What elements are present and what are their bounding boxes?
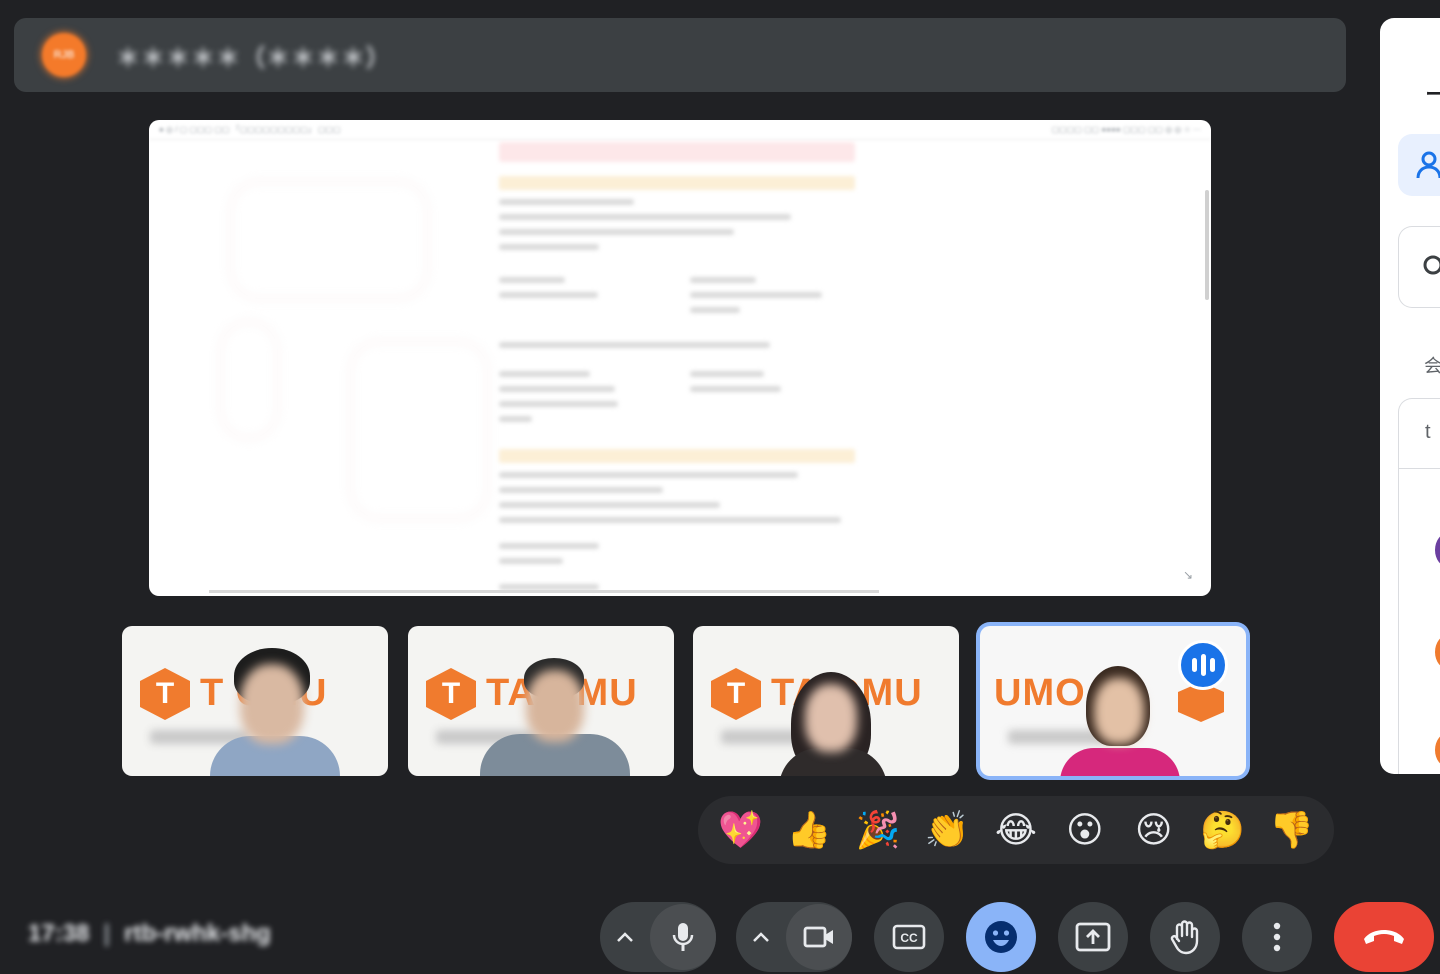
hand-icon [1170,920,1199,955]
doc-callout [499,142,855,162]
tears-of-joy-reaction[interactable]: 😂 [988,802,1044,858]
participant-video [200,648,350,776]
thinking-reaction[interactable]: 🤔 [1195,802,1251,858]
participant-avatar [1435,635,1440,669]
people-search-input[interactable] [1398,226,1440,308]
more-options-button[interactable] [1242,902,1312,972]
shared-scrollbar [1205,190,1209,300]
microphone-button[interactable] [650,904,716,970]
participant-avatar [1435,733,1440,767]
takumu-logo-icon: T [711,668,761,720]
smiley-face-icon [985,921,1017,953]
shared-left-graphic [209,160,509,580]
camera-button[interactable] [786,904,852,970]
closed-captions-icon: CC [892,924,926,950]
thumbs-down-reaction[interactable]: 👎 [1263,802,1319,858]
meeting-info-separator: | [103,920,111,947]
party-popper-reaction[interactable]: 🎉 [850,802,906,858]
crying-reaction[interactable]: 😢 [1126,802,1182,858]
reactions-bar: 💖 👍 🎉 👏 😂 😮 😢 🤔 👎 [698,796,1334,864]
present-now-button[interactable] [1058,902,1128,972]
camera-control-group [736,902,852,972]
participant-video [1056,666,1186,776]
present-screen-icon [1075,922,1111,952]
shared-toolbar-right: ▢▢▢▢ ▢▢ ●●●● ▢▢▢ ▢▢ ◎ ◎ ☆ ⋯ [1051,125,1201,134]
video-camera-icon [803,926,833,948]
screen-share-presentation[interactable]: ● ◎ / ▢ ▢▢▢ ▢▢ 「▢▢▢▢▢▢▢▢▢」 ▢▢▢ ▢▢▢▢ ▢▢ ●… [149,120,1211,596]
leave-call-button[interactable] [1334,902,1434,972]
sparkling-heart-reaction[interactable]: 💖 [712,802,768,858]
participant-tile-active-speaker[interactable]: UMO T ＊＊＊＊ [980,626,1246,776]
microphone-icon [672,923,694,951]
participants-card-header[interactable]: t [1399,399,1440,469]
speaking-indicator-icon [1178,640,1228,690]
host-avatar-text: RJB [53,49,75,61]
participant-video [773,672,893,776]
search-icon [1421,255,1440,279]
captions-button[interactable]: CC [874,902,944,972]
participant-tile[interactable]: T T OMU ＊＊＊＊ [122,626,388,776]
side-panel-title: ー [1424,79,1440,112]
microphone-control-group [600,902,716,972]
takumu-logo-icon: T [140,668,190,720]
participants-card: t [1398,398,1440,774]
shared-horizontal-scrollbar [209,590,879,593]
raise-hand-button[interactable] [1150,902,1220,972]
chevron-up-icon [753,932,769,942]
audio-options-button[interactable] [600,902,650,972]
side-panel-section-label: 会 [1424,356,1440,376]
send-reaction-button[interactable] [966,902,1036,972]
chevron-up-icon [617,932,633,942]
svg-text:CC: CC [900,931,918,945]
video-options-button[interactable] [736,902,786,972]
shared-toolbar-left: ● ◎ / ▢ ▢▢▢ ▢▢ 「▢▢▢▢▢▢▢▢▢」 ▢▢▢ [159,125,341,134]
people-side-panel: ー 会 t [1380,18,1440,774]
expand-corner-icon: ↘ [1182,568,1193,582]
clapping-hands-reaction[interactable]: 👏 [919,802,975,858]
meeting-title: ＊＊＊＊＊（＊＊＊＊） [116,44,391,72]
meeting-info: 17:38 | rtb-rwhk-shg [28,920,271,948]
host-avatar: RJB [42,33,86,77]
shared-document [499,142,855,592]
more-vertical-icon [1273,922,1281,952]
participant-video [480,658,630,776]
person-icon [1416,150,1440,180]
meeting-time: 17:38 [28,920,90,947]
participant-tile[interactable]: T TA OMU ＊＊＊＊ [693,626,959,776]
meeting-header: RJB ＊＊＊＊＊（＊＊＊＊） [14,18,1346,92]
participant-tile[interactable]: T TA OMU ＊＊＊＊ [408,626,674,776]
participant-avatar [1435,533,1440,567]
meeting-code: rtb-rwhk-shg [124,920,271,947]
thumbs-up-reaction[interactable]: 👍 [781,802,837,858]
shared-browser-toolbar: ● ◎ / ▢ ▢▢▢ ▢▢ 「▢▢▢▢▢▢▢▢▢」 ▢▢▢ ▢▢▢▢ ▢▢ ●… [149,120,1211,140]
end-call-icon [1364,930,1404,944]
people-tab[interactable] [1398,134,1440,196]
participants-card-label: t [1425,421,1431,443]
surprised-reaction[interactable]: 😮 [1057,802,1113,858]
takumu-logo-icon: T [426,668,476,720]
doc-heading [499,176,855,190]
